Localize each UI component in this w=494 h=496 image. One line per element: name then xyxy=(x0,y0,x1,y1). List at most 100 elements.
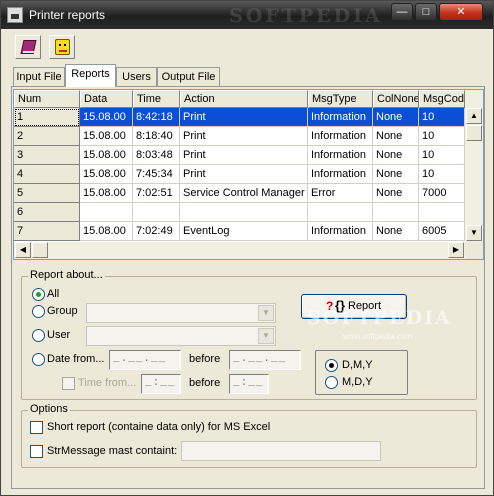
radio-user[interactable] xyxy=(32,329,45,342)
radio-date-from-label[interactable]: Date from... xyxy=(47,353,104,365)
user-select[interactable]: ▼ xyxy=(86,326,276,346)
radio-mdy[interactable] xyxy=(325,376,338,389)
radio-group[interactable] xyxy=(32,305,45,318)
group-select[interactable]: ▼ xyxy=(86,303,276,323)
cell-num: 2 xyxy=(14,127,80,146)
vertical-scrollbar[interactable]: ▲ ▼ xyxy=(465,90,483,242)
horizontal-scroll-thumb[interactable] xyxy=(32,242,48,258)
str-message-label[interactable]: StrMessage mast containt: xyxy=(47,445,177,457)
column-header-action[interactable]: Action xyxy=(180,90,308,108)
column-header-msgtype[interactable]: MsgType xyxy=(308,90,373,108)
cell-msgcod: 10 xyxy=(419,127,465,146)
time-from-checkbox[interactable] xyxy=(62,377,75,390)
title-bar[interactable]: Printer reports SOFTPEDIA — □ ✕ xyxy=(1,1,493,29)
date-before-input[interactable]: _.__.__ xyxy=(229,350,301,370)
cell-msgcod: 10 xyxy=(419,146,465,165)
scroll-up-arrow-icon[interactable]: ▲ xyxy=(466,108,482,124)
scroll-down-arrow-icon[interactable]: ▼ xyxy=(466,225,482,241)
smiley-face-icon xyxy=(55,39,70,55)
table-row[interactable]: 6 xyxy=(14,203,465,222)
table-row[interactable]: 7 15.08.00 7:02:49 EventLog Information … xyxy=(14,222,465,241)
cell-time: 8:42:18 xyxy=(133,108,180,127)
date-before-label: before xyxy=(189,353,221,365)
cell-action: Print xyxy=(180,165,308,184)
radio-dmy-label[interactable]: D,M,Y xyxy=(342,359,373,371)
str-message-checkbox[interactable] xyxy=(30,445,43,458)
scrollbar-corner xyxy=(465,242,483,259)
maximize-button[interactable]: □ xyxy=(415,3,437,21)
date-from-input[interactable]: _.__.__ xyxy=(109,350,181,370)
cell-action xyxy=(180,203,308,222)
reports-table[interactable]: Num Data Time Action MsgType ColNone Msg… xyxy=(13,89,484,260)
cell-msgtype xyxy=(308,203,373,222)
column-header-msgcod[interactable]: MsgCod xyxy=(419,90,465,108)
open-book-button[interactable] xyxy=(15,35,41,59)
cell-action: EventLog xyxy=(180,222,308,241)
table-row[interactable]: 1 15.08.00 8:42:18 Print Information Non… xyxy=(14,108,465,127)
cell-action: Print xyxy=(180,146,308,165)
radio-date-from[interactable] xyxy=(32,353,45,366)
minimize-button[interactable]: — xyxy=(391,3,413,21)
options-label: Options xyxy=(28,403,70,415)
window-title: Printer reports xyxy=(29,8,106,22)
table-row[interactable]: 4 15.08.00 7:45:34 Print Information Non… xyxy=(14,165,465,184)
table-row[interactable]: 3 15.08.00 8:03:48 Print Information Non… xyxy=(14,146,465,165)
table-row[interactable]: 5 15.08.00 7:02:51 Service Control Manag… xyxy=(14,184,465,203)
chevron-down-icon[interactable]: ▼ xyxy=(258,328,274,344)
tab-output-file[interactable]: Output File xyxy=(157,67,220,86)
cell-colnone: None xyxy=(373,222,419,241)
cell-action: Service Control Manager xyxy=(180,184,308,203)
tab-reports[interactable]: Reports xyxy=(65,64,116,87)
radio-all-label[interactable]: All xyxy=(47,288,59,300)
report-about-label: Report about... xyxy=(28,269,105,281)
radio-dmy[interactable] xyxy=(325,359,338,372)
cell-colnone: None xyxy=(373,184,419,203)
short-report-label[interactable]: Short report (containe data only) for MS… xyxy=(47,421,270,433)
cell-msgtype: Information xyxy=(308,165,373,184)
short-report-checkbox[interactable] xyxy=(30,421,43,434)
radio-all[interactable] xyxy=(32,288,45,301)
question-icon: ? xyxy=(326,299,334,313)
cell-msgtype: Information xyxy=(308,146,373,165)
time-from-input[interactable]: _:__ xyxy=(141,374,181,394)
about-button[interactable] xyxy=(49,35,75,59)
cell-msgcod: 10 xyxy=(419,165,465,184)
cell-num: 5 xyxy=(14,184,80,203)
radio-group-label[interactable]: Group xyxy=(47,305,78,317)
column-header-data[interactable]: Data xyxy=(80,90,133,108)
time-from-label: Time from... xyxy=(78,377,137,389)
cell-colnone: None xyxy=(373,108,419,127)
column-header-num[interactable]: Num xyxy=(14,90,80,108)
radio-mdy-label[interactable]: M,D,Y xyxy=(342,376,373,388)
cell-colnone: None xyxy=(373,165,419,184)
cell-data xyxy=(80,203,133,222)
tab-users[interactable]: Users xyxy=(116,67,157,86)
cell-colnone: None xyxy=(373,127,419,146)
scroll-left-arrow-icon[interactable]: ◀ xyxy=(15,242,31,258)
cell-num: 3 xyxy=(14,146,80,165)
vertical-scroll-thumb[interactable] xyxy=(466,125,482,141)
report-button[interactable]: ? {} Report xyxy=(301,294,407,319)
cell-data: 15.08.00 xyxy=(80,165,133,184)
tab-input-file[interactable]: Input File xyxy=(13,67,65,86)
report-button-label: Report xyxy=(348,300,382,312)
table-row[interactable]: 2 15.08.00 8:18:40 Print Information Non… xyxy=(14,127,465,146)
cell-data: 15.08.00 xyxy=(80,222,133,241)
time-before-input[interactable]: _:__ xyxy=(229,374,269,394)
chevron-down-icon[interactable]: ▼ xyxy=(258,305,274,321)
radio-user-label[interactable]: User xyxy=(47,329,70,341)
cell-action: Print xyxy=(180,108,308,127)
cell-msgcod: 10 xyxy=(419,108,465,127)
cell-num: 7 xyxy=(14,222,80,241)
cell-time xyxy=(133,203,180,222)
close-button[interactable]: ✕ xyxy=(439,3,483,21)
horizontal-scrollbar[interactable]: ◀ ▶ xyxy=(14,242,465,259)
cell-msgtype: Information xyxy=(308,222,373,241)
column-header-time[interactable]: Time xyxy=(133,90,180,108)
cell-data: 15.08.00 xyxy=(80,127,133,146)
cell-num: 4 xyxy=(14,165,80,184)
str-message-input[interactable] xyxy=(181,441,381,461)
cell-time: 8:18:40 xyxy=(133,127,180,146)
column-header-colnone[interactable]: ColNone xyxy=(373,90,419,108)
scroll-right-arrow-icon[interactable]: ▶ xyxy=(448,242,464,258)
